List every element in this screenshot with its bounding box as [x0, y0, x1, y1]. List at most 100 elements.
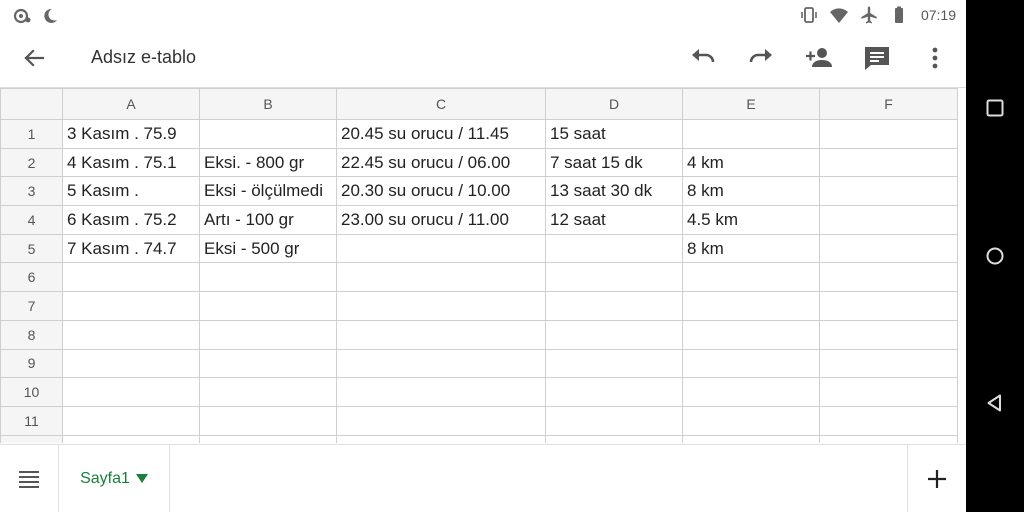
row-header[interactable]: 6 — [0, 262, 63, 293]
cell-c7[interactable] — [336, 291, 546, 321]
cell-d6[interactable] — [545, 262, 683, 293]
cell-b12[interactable] — [199, 434, 337, 443]
cell-e10[interactable] — [682, 377, 820, 407]
row-header[interactable]: 5 — [0, 233, 63, 264]
select-all-corner[interactable] — [0, 88, 63, 120]
cell-f10[interactable] — [819, 377, 958, 407]
column-header-c[interactable]: C — [336, 88, 546, 120]
cell-a11[interactable] — [62, 405, 200, 436]
cell-a9[interactable] — [62, 348, 200, 379]
cell-a5[interactable]: 7 Kasım . 74.7 — [62, 233, 200, 264]
row-header[interactable]: 7 — [0, 291, 63, 321]
cell-f7[interactable] — [819, 291, 958, 321]
cell-d10[interactable] — [545, 377, 683, 407]
document-title[interactable]: Adsız e-tablo — [91, 47, 196, 68]
cell-c5[interactable] — [336, 233, 546, 264]
back-triangle-icon[interactable] — [985, 393, 1005, 413]
cell-d4[interactable]: 12 saat — [545, 205, 683, 235]
add-person-icon[interactable] — [804, 44, 834, 72]
add-sheet-button[interactable] — [907, 445, 966, 512]
recents-square-icon[interactable] — [985, 98, 1005, 118]
cell-e1[interactable] — [682, 119, 820, 149]
cell-c10[interactable] — [336, 377, 546, 407]
cell-a7[interactable] — [62, 291, 200, 321]
cell-f9[interactable] — [819, 348, 958, 379]
cell-a4[interactable]: 6 Kasım . 75.2 — [62, 205, 200, 235]
cell-c2[interactable]: 22.45 su orucu / 06.00 — [336, 147, 546, 178]
row-header[interactable]: 9 — [0, 348, 63, 379]
cell-b7[interactable] — [199, 291, 337, 321]
more-vert-icon[interactable] — [920, 44, 950, 72]
cell-c3[interactable]: 20.30 su orucu / 10.00 — [336, 176, 546, 207]
cell-b3[interactable]: Eksi - ölçülmedi — [199, 176, 337, 207]
cell-b4[interactable]: Artı - 100 gr — [199, 205, 337, 235]
cell-d12[interactable] — [545, 434, 683, 443]
cell-f1[interactable] — [819, 119, 958, 149]
cell-c4[interactable]: 23.00 su orucu / 11.00 — [336, 205, 546, 235]
row-header[interactable]: 10 — [0, 377, 63, 407]
cell-e5[interactable]: 8 km — [682, 233, 820, 264]
cell-c6[interactable] — [336, 262, 546, 293]
cell-e3[interactable]: 8 km — [682, 176, 820, 207]
cell-d11[interactable] — [545, 405, 683, 436]
column-header-a[interactable]: A — [62, 88, 200, 120]
cell-a8[interactable] — [62, 319, 200, 350]
cell-e9[interactable] — [682, 348, 820, 379]
row-header[interactable]: 8 — [0, 319, 63, 350]
cell-b10[interactable] — [199, 377, 337, 407]
cell-f3[interactable] — [819, 176, 958, 207]
cell-f4[interactable] — [819, 205, 958, 235]
cell-b1[interactable] — [199, 119, 337, 149]
cell-d3[interactable]: 13 saat 30 dk — [545, 176, 683, 207]
sheets-menu-icon[interactable] — [18, 469, 40, 489]
cell-d9[interactable] — [545, 348, 683, 379]
cell-e12[interactable] — [682, 434, 820, 443]
cell-f5[interactable] — [819, 233, 958, 264]
cell-f8[interactable] — [819, 319, 958, 350]
home-circle-icon[interactable] — [985, 246, 1005, 266]
cell-b11[interactable] — [199, 405, 337, 436]
cell-c1[interactable]: 20.45 su orucu / 11.45 — [336, 119, 546, 149]
cell-b6[interactable] — [199, 262, 337, 293]
row-header[interactable]: 3 — [0, 176, 63, 207]
undo-icon[interactable] — [688, 44, 718, 72]
cell-d8[interactable] — [545, 319, 683, 350]
row-header[interactable]: 1 — [0, 119, 63, 149]
comment-icon[interactable] — [862, 44, 892, 72]
cell-b5[interactable]: Eksi - 500 gr — [199, 233, 337, 264]
back-arrow-icon[interactable] — [22, 46, 46, 70]
cell-e7[interactable] — [682, 291, 820, 321]
cell-a2[interactable]: 4 Kasım . 75.1 — [62, 147, 200, 178]
cell-c11[interactable] — [336, 405, 546, 436]
row-header[interactable]: 2 — [0, 147, 63, 178]
cell-a3[interactable]: 5 Kasım . — [62, 176, 200, 207]
cell-d5[interactable] — [545, 233, 683, 264]
cell-e6[interactable] — [682, 262, 820, 293]
cell-e11[interactable] — [682, 405, 820, 436]
cell-c12[interactable] — [336, 434, 546, 443]
spreadsheet-grid[interactable]: A B C D E F 13 Kasım . 75.9 20.45 su oruc… — [0, 87, 966, 443]
cell-c8[interactable] — [336, 319, 546, 350]
row-header[interactable]: 11 — [0, 405, 63, 436]
cell-b8[interactable] — [199, 319, 337, 350]
cell-e2[interactable]: 4 km — [682, 147, 820, 178]
column-header-e[interactable]: E — [682, 88, 820, 120]
cell-a6[interactable] — [62, 262, 200, 293]
column-header-d[interactable]: D — [545, 88, 683, 120]
cell-a10[interactable] — [62, 377, 200, 407]
column-header-f[interactable]: F — [819, 88, 958, 120]
cell-d7[interactable] — [545, 291, 683, 321]
cell-a12[interactable] — [62, 434, 200, 443]
row-header[interactable]: 4 — [0, 205, 63, 235]
cell-d2[interactable]: 7 saat 15 dk — [545, 147, 683, 178]
cell-a1[interactable]: 3 Kasım . 75.9 — [62, 119, 200, 149]
row-header[interactable]: 12 — [0, 434, 63, 443]
tab-sayfa1[interactable]: Sayfa1 — [58, 445, 170, 512]
cell-c9[interactable] — [336, 348, 546, 379]
cell-d1[interactable]: 15 saat — [545, 119, 683, 149]
cell-f12[interactable] — [819, 434, 958, 443]
cell-b2[interactable]: Eksi. - 800 gr — [199, 147, 337, 178]
cell-e8[interactable] — [682, 319, 820, 350]
cell-f2[interactable] — [819, 147, 958, 178]
redo-icon[interactable] — [746, 44, 776, 72]
